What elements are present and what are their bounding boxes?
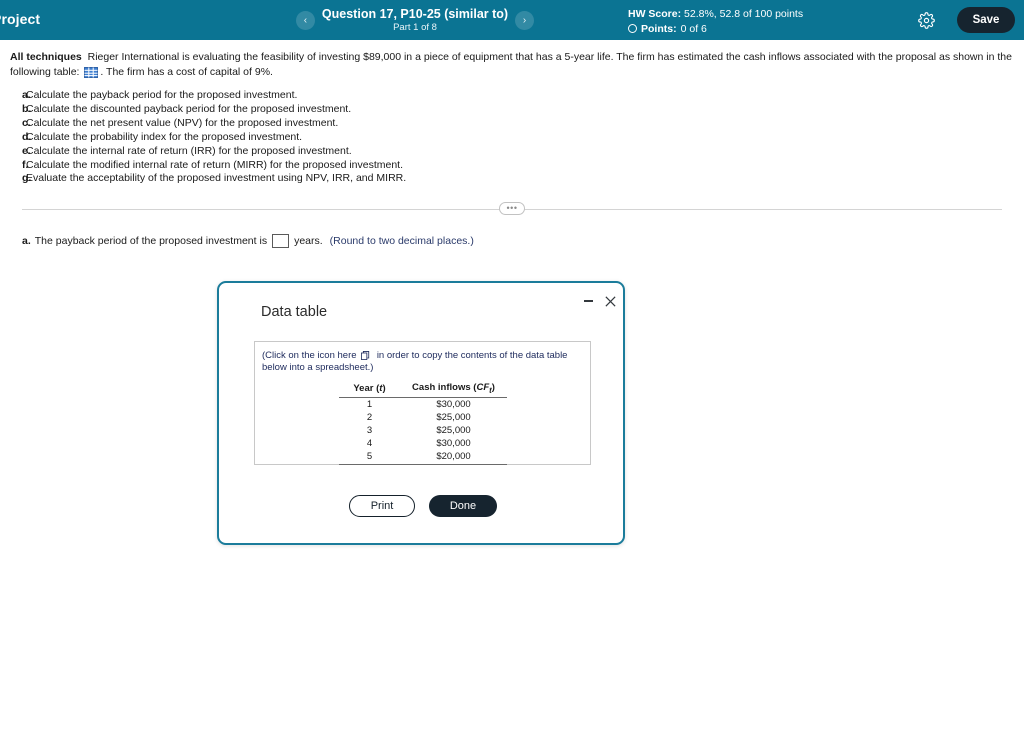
copy-to-spreadsheet-icon[interactable] — [361, 351, 370, 360]
dialog-actions: Print Done — [219, 495, 627, 517]
question-part-item: e. Calculate the internal rate of return… — [10, 145, 1014, 157]
part-text: Calculate the probability index for the … — [26, 130, 303, 143]
cell-cash-inflow: $20,000 — [400, 449, 507, 465]
minimize-icon[interactable] — [580, 293, 596, 309]
question-navigator: ‹ Question 17, P10-25 (similar to) Part … — [295, 0, 535, 40]
part-text: Calculate the modified internal rate of … — [26, 158, 404, 171]
ellipsis-icon: ••• — [506, 203, 518, 214]
payback-period-input[interactable] — [272, 233, 290, 248]
next-question-button[interactable]: › — [515, 10, 535, 30]
cell-cash-inflow: $30,000 — [436, 398, 471, 410]
data-table-icon[interactable] — [84, 67, 99, 78]
part-text: Calculate the payback period for the pro… — [26, 89, 298, 101]
cell-cash-inflow: $25,000 — [436, 424, 471, 436]
part-mark: a. — [22, 89, 31, 101]
question-part-item: g. Evaluate the acceptability of the pro… — [10, 172, 1014, 184]
cell-year: 3 — [366, 424, 373, 436]
part-mark: c. — [22, 116, 31, 129]
gear-icon[interactable] — [918, 12, 935, 29]
part-text: Calculate the net present value (NPV) fo… — [26, 116, 339, 129]
table-row: 3 $25,000 — [339, 424, 507, 437]
hw-score-row: HW Score: 52.8%, 52.8 of 100 points — [628, 7, 803, 22]
question-stem-text-tail: . The firm has a cost of capital of 9%. — [100, 66, 273, 78]
print-button[interactable]: Print — [349, 495, 415, 517]
part-mark: e. — [22, 144, 31, 157]
cell-year: 5 — [338, 449, 401, 465]
dialog-titlebar: Data table — [219, 283, 623, 329]
part-mark: d. — [22, 130, 32, 143]
column-header-year: Year (t) — [338, 382, 401, 398]
section-divider: ••• — [14, 201, 1010, 217]
table-row: 2 $25,000 — [339, 411, 507, 424]
question-topic: All techniques — [10, 51, 82, 63]
question-stem: All techniques Rieger International is e… — [10, 50, 1014, 80]
answer-unit: years. — [294, 234, 323, 247]
points-value: 0 of 6 — [680, 22, 707, 35]
points-label: Points: — [641, 22, 677, 35]
answer-prompt: The payback period of the proposed inves… — [34, 234, 268, 247]
close-icon[interactable] — [602, 293, 618, 309]
part-mark: b. — [22, 102, 32, 115]
part-mark: f. — [22, 158, 29, 171]
minimize-bar — [583, 299, 593, 303]
question-part-item: f. Calculate the modified internal rate … — [10, 159, 1014, 171]
part-mark: g. — [22, 172, 32, 185]
question-title: Question 17, P10-25 (similar to) — [321, 7, 509, 21]
question-parts-list: a. Calculate the payback period for the … — [10, 89, 1014, 185]
table-row: 5 $20,000 — [338, 449, 507, 465]
question-part-item: a. Calculate the payback period for the … — [10, 89, 1014, 101]
table-row: 4 $30,000 — [339, 437, 507, 450]
cash-inflows-table: Year (t) Cash inflows (CFt) 1 $30,000 2 … — [338, 382, 507, 465]
dialog-content-panel: (Click on the icon here in order to copy… — [254, 341, 591, 465]
question-part-item: b. Calculate the discounted payback peri… — [10, 103, 1014, 115]
answer-rounding-hint: (Round to two decimal places.) — [329, 234, 474, 247]
question-part-item: d. Calculate the probability index for t… — [10, 131, 1014, 143]
hw-score-value: 52.8%, 52.8 of 100 points — [684, 8, 804, 20]
answer-letter: a. — [22, 234, 31, 247]
cell-year: 1 — [366, 398, 373, 410]
table-row: 1 $30,000 — [339, 397, 507, 411]
column-header-cash-inflows: Cash inflows (CFt) — [400, 382, 507, 398]
progress-circle-icon — [628, 24, 637, 34]
question-label-group: Question 17, P10-25 (similar to) Part 1 … — [315, 7, 515, 33]
app-title: Project — [0, 11, 41, 27]
question-body: All techniques Rieger International is e… — [0, 40, 1024, 248]
save-button[interactable]: Save — [957, 7, 1015, 33]
done-button[interactable]: Done — [429, 495, 497, 517]
hw-score-label: HW Score: — [628, 8, 682, 20]
top-app-bar: Project ‹ Question 17, P10-25 (similar t… — [0, 0, 1024, 40]
part-text: Calculate the internal rate of return (I… — [26, 144, 352, 157]
part-text: Evaluate the acceptability of the propos… — [26, 172, 407, 185]
answer-row-a: a. The payback period of the proposed in… — [22, 233, 1014, 248]
question-part-item: c. Calculate the net present value (NPV)… — [10, 117, 1014, 129]
cell-year: 4 — [366, 437, 373, 449]
question-part: Part 1 of 8 — [393, 22, 437, 33]
copy-instruction-lead: (Click on the icon here — [262, 350, 357, 361]
dialog-title: Data table — [261, 304, 328, 320]
points-row: Points: 0 of 6 — [628, 22, 803, 37]
previous-question-button[interactable]: ‹ — [295, 10, 315, 30]
score-summary: HW Score: 52.8%, 52.8 of 100 points Poin… — [628, 7, 803, 36]
table-header-row: Year (t) Cash inflows (CFt) — [338, 382, 507, 398]
collapse-handle[interactable]: ••• — [499, 201, 525, 215]
copy-instruction: (Click on the icon here in order to copy… — [255, 342, 590, 373]
cell-year: 2 — [366, 411, 373, 423]
data-table-dialog: Data table (Click on the icon here in or… — [217, 281, 625, 545]
cell-cash-inflow: $30,000 — [436, 437, 471, 449]
cell-cash-inflow: $25,000 — [436, 411, 471, 423]
part-text: Calculate the discounted payback period … — [26, 102, 352, 115]
